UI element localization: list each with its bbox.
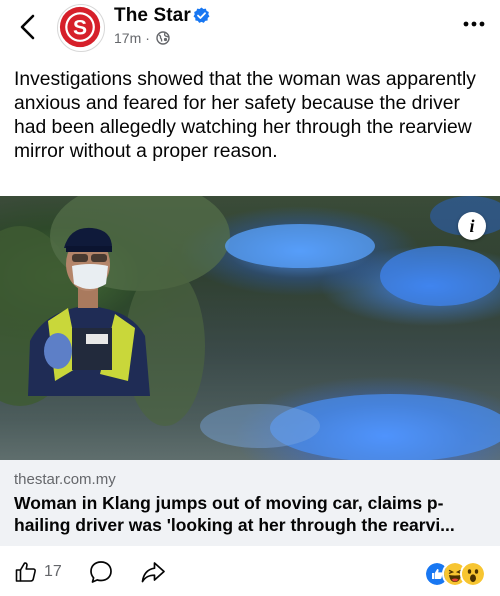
thumbs-up-icon: [15, 562, 36, 582]
info-button[interactable]: i: [458, 212, 486, 240]
avatar-letter: S: [73, 17, 87, 40]
link-title-line1: Woman in Klang jumps out of moving car, …: [14, 493, 444, 513]
comment-icon[interactable]: [88, 559, 114, 585]
page-name[interactable]: The Star: [114, 5, 191, 27]
meta-separator: ·: [145, 30, 150, 46]
post-action-bar: 17: [0, 552, 500, 592]
link-preview-image[interactable]: i: [0, 196, 500, 460]
verified-badge-icon: [193, 7, 210, 23]
back-chevron-icon[interactable]: [14, 12, 42, 42]
facebook-post: S The Star 17m · Investigations showed t…: [0, 0, 500, 596]
wow-reaction-icon: [460, 561, 486, 587]
link-title: Woman in Klang jumps out of moving car, …: [14, 492, 489, 536]
share-icon[interactable]: [140, 559, 166, 585]
reaction-summary[interactable]: [424, 561, 486, 587]
more-options-icon[interactable]: [462, 18, 486, 30]
post-header: S The Star 17m ·: [0, 0, 500, 58]
like-button[interactable]: 17: [14, 560, 62, 584]
post-text: Investigations showed that the woman was…: [14, 69, 476, 162]
post-meta: 17m ·: [114, 30, 170, 46]
globe-icon: [156, 31, 170, 45]
link-domain: thestar.com.my: [14, 471, 116, 488]
police-officer-photo: [0, 196, 500, 460]
page-avatar[interactable]: S: [57, 4, 105, 52]
link-preview-info[interactable]: thestar.com.my Woman in Klang jumps out …: [0, 460, 500, 546]
like-count: 17: [44, 563, 62, 580]
post-timestamp[interactable]: 17m: [114, 30, 141, 46]
link-title-line2: hailing driver was 'looking at her throu…: [14, 515, 455, 535]
the-star-logo-icon: S: [59, 6, 101, 48]
